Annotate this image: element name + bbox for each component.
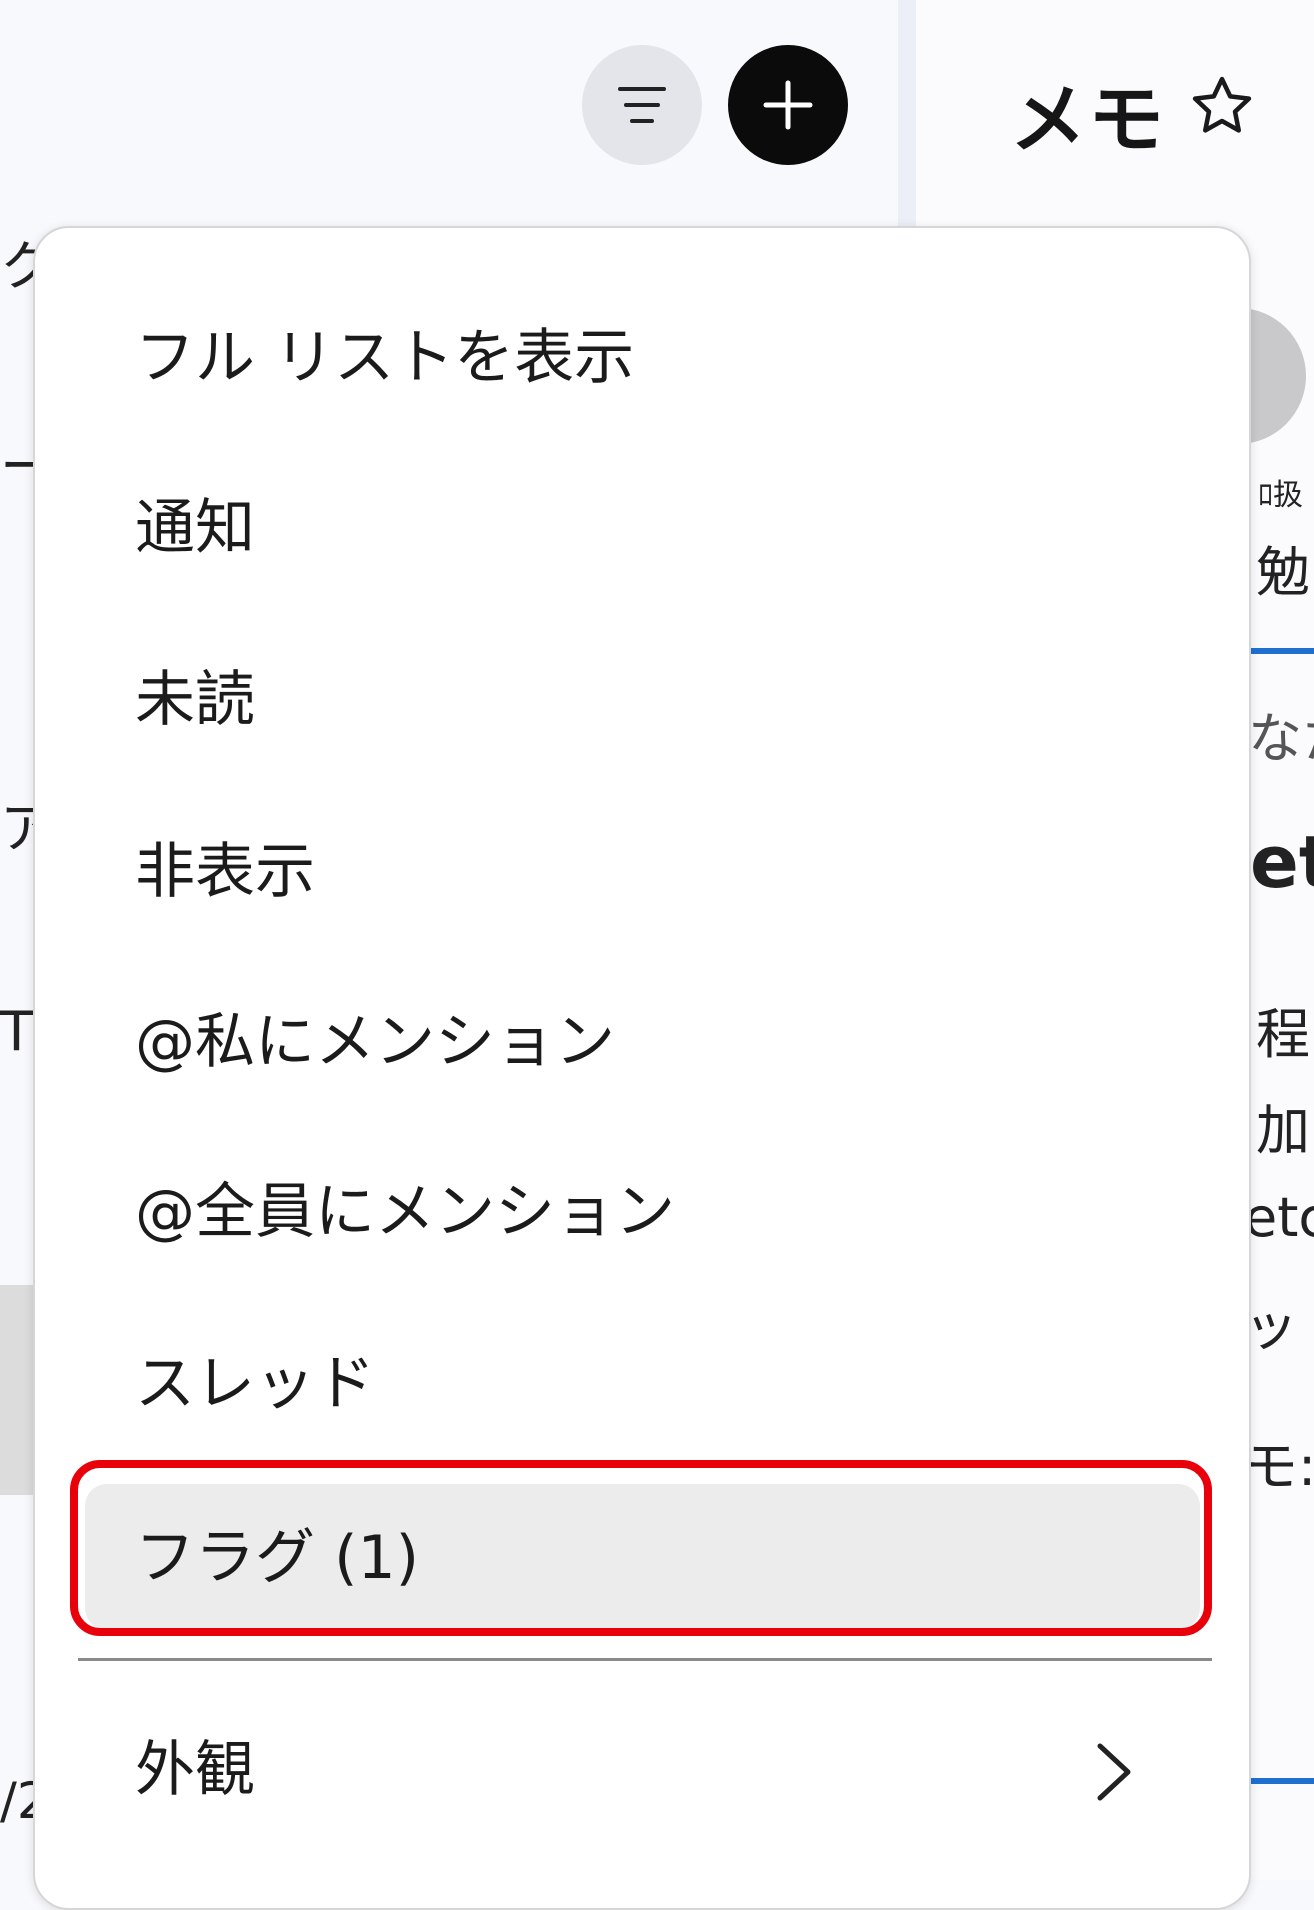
star-outline-icon[interactable] — [1188, 72, 1256, 140]
right-fragment-7: etc — [1244, 1186, 1314, 1249]
menu-item-unread[interactable]: 未読 — [135, 670, 255, 730]
right-fragment-9: モ: — [1244, 1435, 1314, 1498]
menu-item-mentions-all[interactable]: @全員にメンション — [135, 1182, 675, 1242]
right-fragment-5: 程 — [1256, 1003, 1310, 1066]
menu-item-mentions-me[interactable]: @私にメンション — [135, 1012, 615, 1072]
right-fragment-4: et — [1250, 820, 1314, 904]
filter-lines-icon — [618, 87, 666, 123]
accent-underline-2 — [1248, 1778, 1314, 1784]
accent-underline — [1248, 648, 1314, 654]
right-fragment-6: 加 — [1256, 1099, 1310, 1162]
menu-item-appearance[interactable]: 外観 — [135, 1740, 255, 1800]
chevron-right-icon[interactable] — [1092, 1740, 1136, 1804]
menu-item-threads[interactable]: スレッド — [135, 1354, 375, 1414]
menu-item-hidden[interactable]: 非表示 — [135, 842, 315, 902]
filter-dropdown-menu: フル リストを表示 通知 未読 非表示 @私にメンション @全員にメンション ス… — [33, 226, 1251, 1910]
memo-title: メモ — [1010, 75, 1166, 164]
add-button[interactable] — [728, 45, 848, 165]
highlight-annotation — [70, 1460, 1212, 1636]
menu-item-notifications[interactable]: 通知 — [135, 498, 255, 558]
filter-button[interactable] — [582, 45, 702, 165]
right-fragment-3: なた — [1248, 707, 1314, 770]
right-fragment-8: ット — [1244, 1295, 1314, 1358]
left-fragment-4: T — [0, 1000, 33, 1063]
right-fragment-2: 勉 — [1256, 541, 1310, 604]
menu-separator — [78, 1658, 1212, 1661]
menu-item-full-list[interactable]: フル リストを表示 — [135, 328, 634, 388]
plus-icon — [763, 80, 813, 130]
right-fragment-1: ﾛ扱 — [1258, 478, 1303, 513]
